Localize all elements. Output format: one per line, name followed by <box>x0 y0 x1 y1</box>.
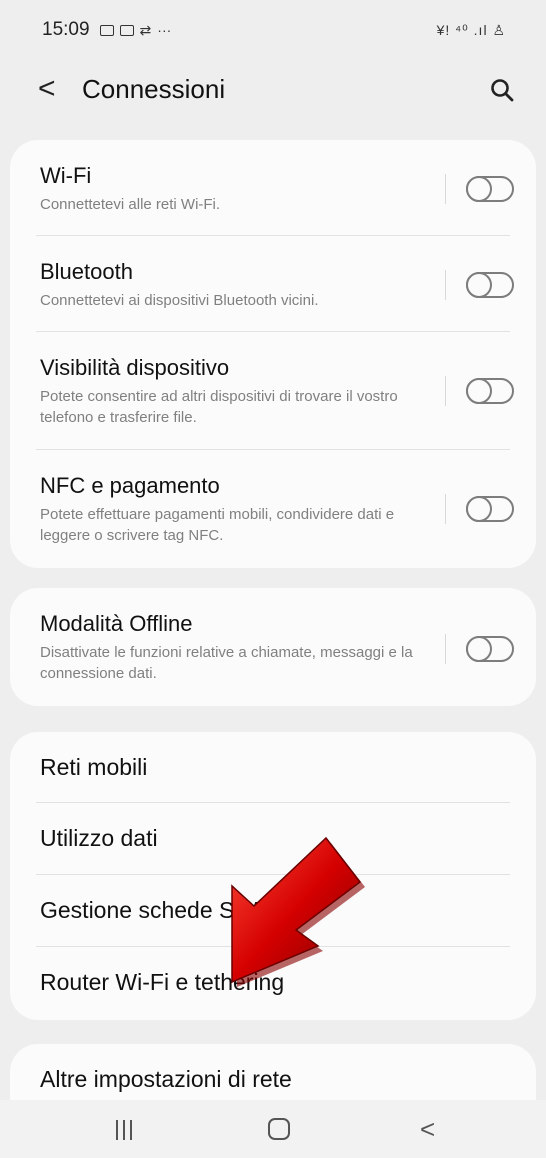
nfc-payment-row[interactable]: NFC e pagamento Potete effettuare pagame… <box>10 450 536 568</box>
page-title: Connessioni <box>82 74 226 104</box>
device-visibility-title: Visibilità dispositivo <box>40 355 230 380</box>
toggle-knob <box>466 378 492 404</box>
offline-mode-title: Modalità Offline <box>40 611 193 636</box>
more-network-settings-title: Altre impostazioni di rete <box>40 1066 292 1092</box>
data-usage-title: Utilizzo dati <box>40 825 158 851</box>
offline-card: Modalità Offline Disattivate le funzioni… <box>10 588 536 706</box>
search-icon[interactable] <box>488 76 518 106</box>
status-notification-icons: ⇄ ··· <box>99 21 172 39</box>
network-card: Reti mobili Utilizzo dati Gestione sched… <box>10 732 536 1020</box>
navigation-bar: < <box>0 1100 546 1158</box>
row-separator <box>445 174 446 204</box>
row-separator <box>445 494 446 524</box>
more-dots-icon: ··· <box>157 22 172 38</box>
row-separator <box>445 634 446 664</box>
offline-mode-subtitle: Disattivate le funzioni relative a chiam… <box>40 644 413 682</box>
offline-mode-toggle[interactable] <box>466 636 514 662</box>
app-bar: < Connessioni <box>0 60 546 124</box>
sim-manager-title: Gestione schede SIM <box>40 897 260 923</box>
hotspot-tethering-row[interactable]: Router Wi-Fi e tethering <box>10 947 536 1020</box>
toggle-knob <box>466 272 492 298</box>
nfc-payment-toggle[interactable] <box>466 496 514 522</box>
mobile-networks-row[interactable]: Reti mobili <box>10 732 536 803</box>
data-usage-row[interactable]: Utilizzo dati <box>10 803 536 875</box>
wifi-toggle[interactable] <box>466 176 514 202</box>
toggle-knob <box>466 636 492 662</box>
home-icon[interactable] <box>268 1118 290 1140</box>
status-right-icons: ¥ǃ ⁴⁰ .ıl ♙ <box>436 21 506 38</box>
bluetooth-subtitle: Connettetevi ai dispositivi Bluetooth vi… <box>40 292 319 309</box>
status-bar: 15:09 ⇄ ··· ¥ǃ ⁴⁰ .ıl ♙ <box>0 0 546 60</box>
device-visibility-row[interactable]: Visibilità dispositivo Potete consentire… <box>10 332 536 450</box>
wifi-title: Wi-Fi <box>40 163 92 188</box>
gallery-icon <box>99 24 114 36</box>
arrows-icon: ⇄ <box>139 21 152 38</box>
device-visibility-toggle[interactable] <box>466 378 514 404</box>
recent-apps-icon[interactable] <box>114 1120 134 1140</box>
back-button[interactable]: < <box>38 72 56 106</box>
hotspot-tethering-title: Router Wi-Fi e tethering <box>40 969 285 995</box>
connections-card: Wi-Fi Connettetevi alle reti Wi-Fi. Blue… <box>10 140 536 568</box>
device-visibility-subtitle: Potete consentire ad altri dispositivi d… <box>40 388 398 426</box>
toggle-knob <box>466 176 492 202</box>
nfc-payment-subtitle: Potete effettuare pagamenti mobili, cond… <box>40 506 395 544</box>
offline-mode-row[interactable]: Modalità Offline Disattivate le funzioni… <box>10 588 536 706</box>
row-separator <box>445 376 446 406</box>
nfc-payment-title: NFC e pagamento <box>40 473 220 498</box>
sim-manager-row[interactable]: Gestione schede SIM <box>10 875 536 947</box>
mobile-networks-title: Reti mobili <box>40 754 148 780</box>
wifi-row[interactable]: Wi-Fi Connettetevi alle reti Wi-Fi. <box>10 140 536 236</box>
bluetooth-row[interactable]: Bluetooth Connettetevi ai dispositivi Bl… <box>10 236 536 332</box>
wifi-subtitle: Connettetevi alle reti Wi-Fi. <box>40 196 221 213</box>
bluetooth-title: Bluetooth <box>40 259 133 284</box>
image-icon <box>119 24 134 36</box>
bluetooth-toggle[interactable] <box>466 272 514 298</box>
row-separator <box>445 270 446 300</box>
toggle-knob <box>466 496 492 522</box>
status-left: 15:09 ⇄ ··· <box>42 19 171 41</box>
status-time: 15:09 <box>42 19 90 40</box>
nav-back-icon[interactable]: < <box>420 1114 435 1145</box>
